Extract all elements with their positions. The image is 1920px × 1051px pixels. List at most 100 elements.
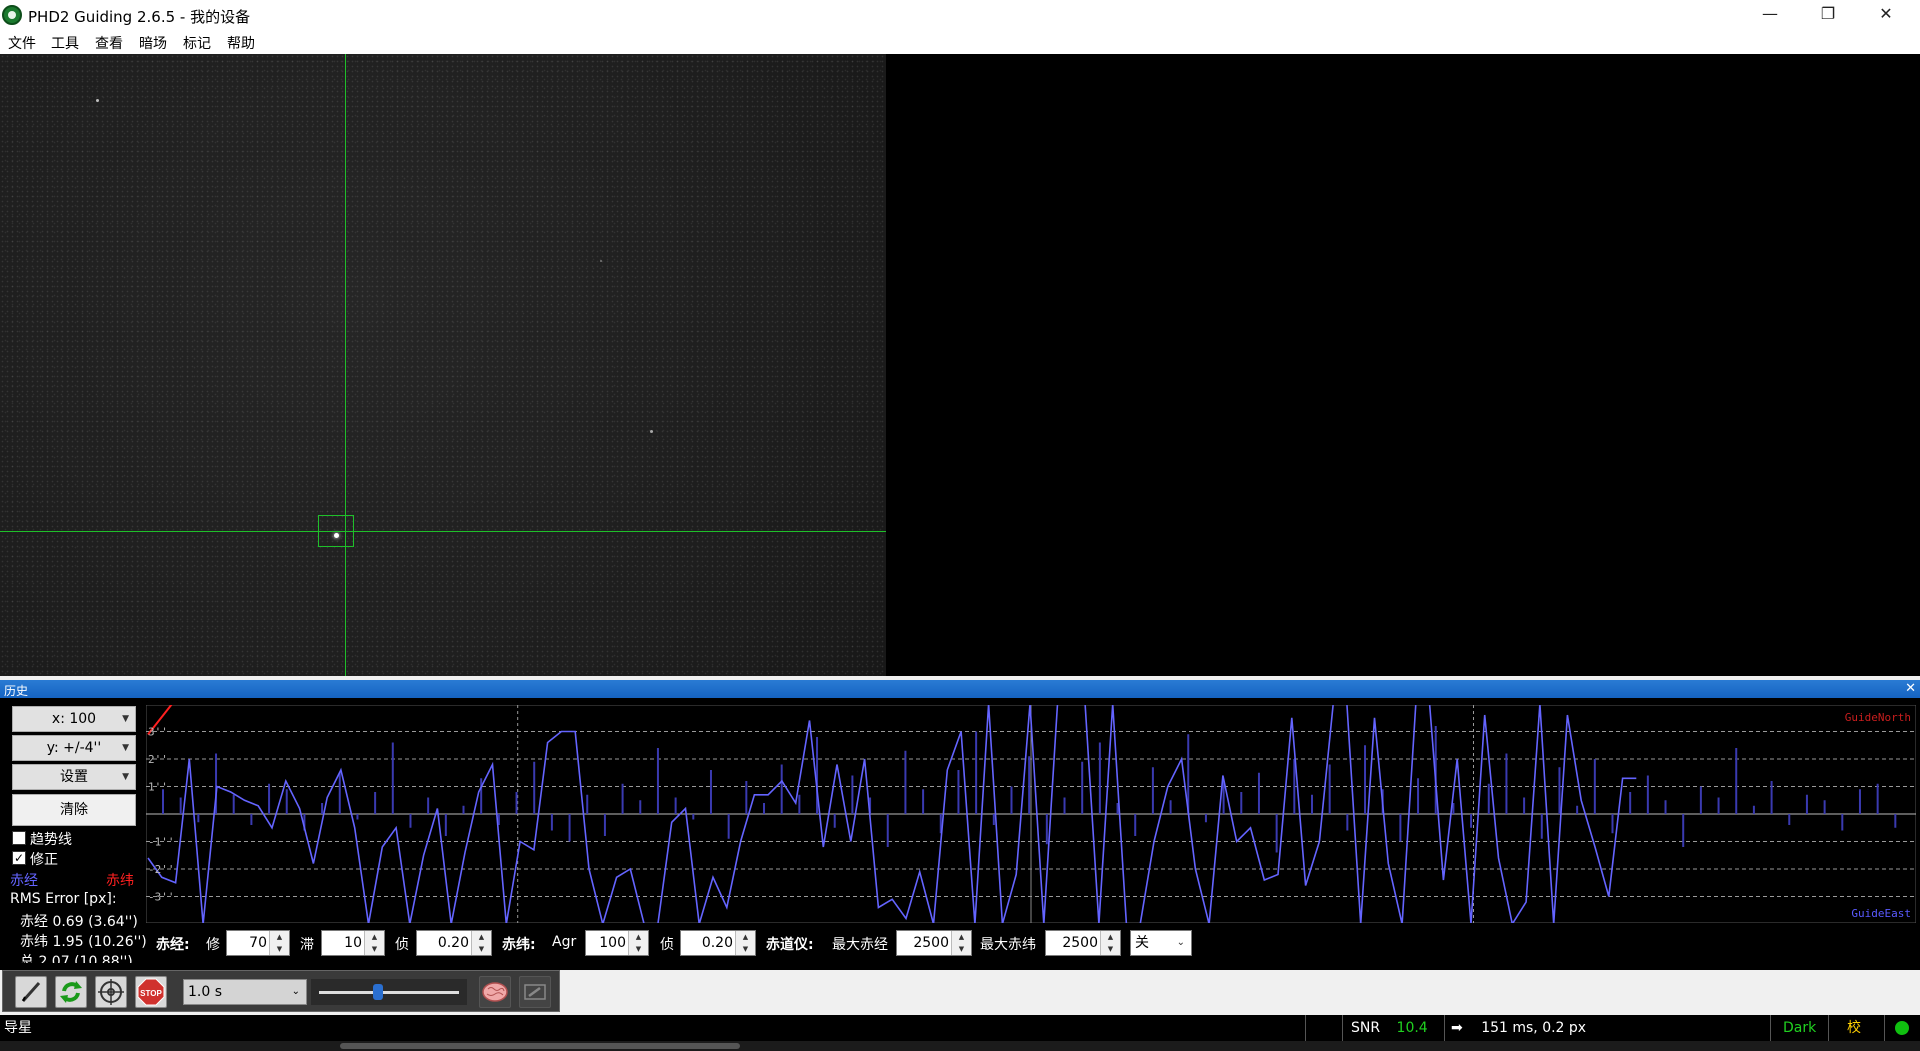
spinner-arrows-icon[interactable]: ▲ ▼ [364, 931, 384, 955]
tools-button[interactable] [519, 976, 551, 1008]
guide-pulse-value: 151 ms, 0.2 px [1481, 1020, 1587, 1036]
history-title-bar: 历史 ✕ [0, 680, 1920, 698]
star [96, 99, 99, 102]
spinner-arrows-icon[interactable]: ▲ ▼ [471, 931, 491, 955]
dec-min-move-value: 0.20 [701, 935, 733, 951]
loop-icon [60, 981, 82, 1003]
correction-pulse-bar [1770, 781, 1773, 814]
y-tick-label: -3'' [148, 891, 175, 904]
correction-pulse-bar [533, 761, 536, 814]
max-dec-value: 2500 [1062, 935, 1098, 951]
correction-checkbox[interactable]: ✓ [12, 851, 26, 865]
loop-button[interactable] [55, 976, 87, 1008]
connect-gear-button[interactable] [15, 976, 47, 1008]
correction-pulse-bar [656, 748, 659, 814]
horizontal-scrollbar[interactable] [0, 1041, 1920, 1051]
correction-pulse-bar [639, 800, 642, 814]
hysteresis-label: 修 [206, 937, 220, 953]
rms-ra: 赤经 0.69 (3.64'') [20, 914, 138, 930]
stop-button[interactable]: STOP [135, 976, 167, 1008]
y-tick-label: 1'' [148, 781, 168, 794]
history-close-icon[interactable]: ✕ [1905, 681, 1916, 696]
max-dec-spinner[interactable]: 2500 ▲ ▼ [1045, 930, 1121, 956]
settings-dropdown[interactable]: 设置 ▼ [12, 764, 136, 790]
spinner-arrows-icon[interactable]: ▲ ▼ [1100, 931, 1120, 955]
correction-pulse-bar [1717, 797, 1720, 814]
spinner-arrows-icon[interactable]: ▲ ▼ [628, 931, 648, 955]
gamma-slider[interactable] [311, 979, 467, 1005]
dec-mode-value: 关 [1135, 935, 1149, 951]
guide-button[interactable] [95, 976, 127, 1008]
clear-button[interactable]: 清除 [12, 794, 136, 826]
correction-pulse-bar [1876, 783, 1879, 814]
spinner-arrows-icon[interactable]: ▲ ▼ [735, 931, 755, 955]
dropdown-arrow-icon: ▼ [122, 743, 129, 753]
status-message: 导星 [4, 1020, 32, 1036]
menu-tools[interactable]: 工具 [51, 33, 79, 53]
correction-pulse-bar [1045, 814, 1048, 845]
correction-pulse-bar [1098, 742, 1101, 814]
spinner-arrows-icon[interactable]: ▲ ▼ [951, 931, 971, 955]
exposure-value: 1.0 s [188, 984, 223, 1000]
correction-pulse-bar [1346, 814, 1349, 831]
dec-min-move-spinner[interactable]: 0.20 ▲ ▼ [680, 930, 756, 956]
chevron-down-icon: ⌄ [291, 986, 300, 997]
trendline-checkbox[interactable] [12, 831, 26, 845]
close-button[interactable]: ✕ [1858, 0, 1914, 30]
brain-icon [482, 982, 508, 1002]
y-scale-dropdown[interactable]: y: +/-4'' ▼ [12, 735, 136, 761]
stop-icon: STOP [137, 978, 165, 1006]
correction-pulse-bar [727, 814, 730, 839]
x-scale-dropdown[interactable]: x: 100 ▼ [12, 706, 136, 732]
correction-pulse-bar [1699, 786, 1702, 814]
spinner-arrows-icon[interactable]: ▲ ▼ [269, 931, 289, 955]
correction-pulse-bar [674, 797, 677, 814]
correction-label: 修正 [30, 852, 58, 868]
brain-button[interactable] [479, 976, 511, 1008]
menu-file[interactable]: 文件 [8, 33, 36, 53]
ra-min-move-label: 侦 [395, 937, 409, 953]
dec-legend: 赤纬 [106, 873, 134, 889]
ra-min-move-spinner[interactable]: 0.20 ▲ ▼ [416, 930, 492, 956]
aggression-spinner[interactable]: 100 ▲ ▼ [585, 930, 649, 956]
correction-pulse-bar [1629, 792, 1632, 814]
lag-spinner[interactable]: 10 ▲ ▼ [321, 930, 385, 956]
history-title: 历史 [4, 684, 29, 698]
correction-pulse-bar [1028, 756, 1031, 814]
correction-pulse-bar [1735, 748, 1738, 814]
hysteresis-spinner[interactable]: 70 ▲ ▼ [226, 930, 290, 956]
snr-label: SNR [1351, 1020, 1381, 1036]
y-tick-label: 2'' [148, 753, 168, 766]
correction-pulse-bar [356, 814, 359, 820]
correction-pulse-bar [338, 772, 341, 814]
correction-pulse-bar [179, 797, 182, 814]
menu-bookmarks[interactable]: 标记 [183, 33, 211, 53]
correction-pulse-bar [1646, 775, 1649, 814]
correction-pulse-bar [480, 778, 483, 814]
main-toolbar: STOP 1.0 s ⌄ [2, 970, 560, 1012]
correction-pulse-bar [922, 789, 925, 814]
pencil-icon [21, 982, 41, 1002]
correction-pulse-bar [1823, 800, 1826, 814]
correction-pulse-bar [833, 814, 836, 828]
hysteresis-value: 70 [249, 935, 267, 951]
exposure-select[interactable]: 1.0 s ⌄ [183, 979, 307, 1005]
dropdown-arrow-icon: ▼ [122, 772, 129, 782]
snr-value: 10.4 [1396, 1020, 1428, 1036]
correction-pulse-bar [975, 731, 978, 814]
aggression-value: 100 [599, 935, 626, 951]
correction-pulse-bar [1063, 797, 1066, 814]
minimize-button[interactable]: — [1742, 0, 1798, 30]
menu-darks[interactable]: 暗场 [139, 33, 167, 53]
camera-image[interactable] [0, 54, 886, 676]
gamma-slider-thumb[interactable] [372, 984, 383, 1000]
menu-view[interactable]: 查看 [95, 33, 123, 53]
snr-cell: SNR 10.4 [1342, 1015, 1442, 1041]
menu-help[interactable]: 帮助 [227, 33, 255, 53]
dec-mode-select[interactable]: 关 ⌄ [1130, 930, 1192, 956]
max-ra-spinner[interactable]: 2500 ▲ ▼ [896, 930, 972, 956]
ra-legend: 赤经 [10, 873, 38, 889]
scrollbar-thumb[interactable] [340, 1043, 740, 1049]
correction-pulse-bar [1310, 794, 1313, 814]
restore-button[interactable]: ❐ [1800, 0, 1856, 30]
